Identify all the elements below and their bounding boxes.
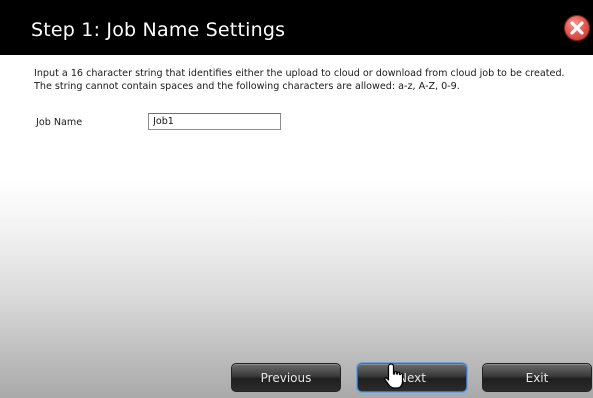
dialog-title: Step 1: Job Name Settings (31, 19, 286, 41)
exit-button[interactable]: Exit (482, 363, 592, 392)
instructions-text: Input a 16 character string that identif… (34, 68, 565, 92)
close-icon (570, 21, 584, 35)
dialog-content (0, 55, 593, 398)
previous-button[interactable]: Previous (231, 363, 341, 392)
next-button[interactable]: Next (357, 363, 467, 392)
job-name-label: Job Name (36, 117, 83, 128)
job-name-input[interactable] (148, 113, 281, 130)
dialog-titlebar: Step 1: Job Name Settings (0, 0, 593, 55)
close-button[interactable] (564, 15, 590, 41)
